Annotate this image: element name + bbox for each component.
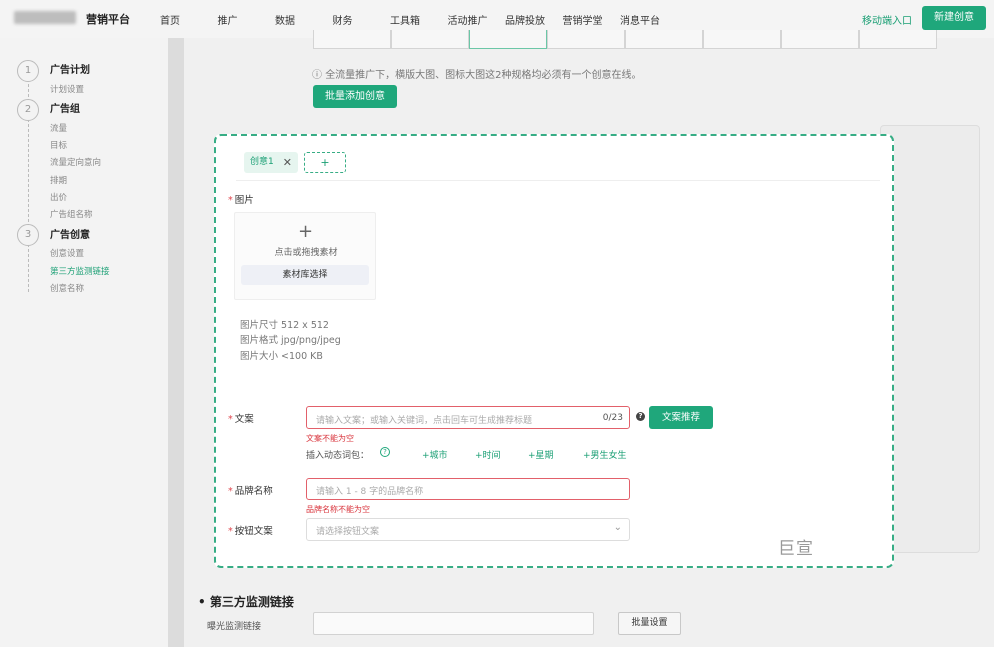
sidebar-item-adgroup-name[interactable]: 广告组名称 (50, 208, 93, 220)
format-tab[interactable] (547, 30, 625, 49)
notice-text: 全流量推广下，横版大图、图标大图这2种规格均必须有一个创意在线。 (325, 70, 642, 81)
exposure-link-label: 曝光监测链接 (207, 622, 262, 632)
section-title-tracking: • 第三方监测链接 (198, 595, 294, 609)
brand-name-label: * 品牌名称 (228, 486, 273, 497)
format-tab[interactable] (703, 30, 781, 49)
copy-label: * 文案 (228, 414, 254, 425)
image-format-spec: 图片格式 jpg/png/jpeg (240, 335, 341, 346)
sidebar-item-goal[interactable]: 目标 (50, 139, 67, 151)
dynamic-tag-city[interactable]: +城市 (422, 448, 448, 461)
brand-name-input[interactable]: 请输入 1 - 8 字的品牌名称 (306, 478, 630, 500)
button-copy-select[interactable]: 请选择按钮文案 ⌄ (306, 518, 630, 541)
sidebar-item-creative-name[interactable]: 创意名称 (50, 282, 84, 294)
step-title-creative[interactable]: 广告创意 (50, 226, 90, 241)
format-notice: ⓘ 全流量推广下，横版大图、图标大图这2种规格均必须有一个创意在线。 (312, 66, 642, 81)
divider (236, 180, 880, 181)
format-tab[interactable] (313, 30, 391, 49)
sidebar-item-plan-settings[interactable]: 计划设置 (50, 83, 84, 95)
dynamic-words-label: 插入动态词包： (306, 451, 370, 461)
nav-item-campaigns[interactable]: 活动推广 (448, 12, 506, 27)
nav-item-academy[interactable]: 营销学堂 (563, 12, 621, 27)
nav-item-messages[interactable]: 消息平台 (620, 12, 678, 27)
nav-item-promotion[interactable]: 推广 (218, 12, 276, 27)
step-1-circle: 1 (17, 60, 39, 82)
sidebar-item-third-party-tracking[interactable]: 第三方监测链接 (50, 265, 110, 277)
button-copy-label: * 按钮文案 (228, 526, 273, 537)
nav-item-finance[interactable]: 财务 (333, 12, 391, 27)
batch-add-creative-button[interactable]: 批量添加创意 (313, 85, 397, 108)
exposure-link-input[interactable] (313, 612, 594, 635)
sidebar-item-creative-settings[interactable]: 创意设置 (50, 247, 84, 259)
dynamic-tag-weekday[interactable]: +星期 (528, 448, 554, 461)
format-tab[interactable] (625, 30, 703, 49)
dynamic-tag-gender[interactable]: +男生女生 (583, 448, 627, 461)
copy-error-message: 文案不能为空 (306, 434, 354, 443)
format-tab[interactable] (781, 30, 859, 49)
background-panel (880, 125, 980, 553)
image-size-spec: 图片尺寸 512 x 512 (240, 320, 329, 331)
creative-tab-label: 创意1 (250, 157, 274, 167)
logo (14, 11, 76, 24)
brand-name-error-message: 品牌名称不能为空 (306, 505, 370, 514)
upload-hint: 点击或拖拽素材 (274, 248, 338, 258)
new-creative-button[interactable]: 新建创意 (922, 6, 986, 30)
close-icon[interactable]: ✕ (283, 152, 292, 173)
add-creative-button[interactable]: + (304, 152, 346, 173)
question-icon[interactable]: ? (380, 447, 390, 457)
sidebar-item-targeting[interactable]: 流量定向意向 (50, 156, 101, 168)
batch-settings-button[interactable]: 批量设置 (618, 612, 681, 635)
sidebar-item-schedule[interactable]: 排期 (50, 174, 67, 186)
format-tab-selected[interactable] (469, 30, 547, 49)
sidebar-scrollbar[interactable] (168, 38, 184, 647)
creative-editor-panel: 创意1 ✕ + * 图片 + 点击或拖拽素材 素材库选择 图片尺寸 512 x 5… (214, 134, 894, 568)
copy-placeholder: 请输入文案；或输入关键词，点击回车可生成推荐标题 (316, 416, 533, 426)
copy-recommend-button[interactable]: 文案推荐 (649, 406, 713, 429)
button-copy-placeholder: 请选择按钮文案 (316, 527, 380, 537)
nav-item-home[interactable]: 首页 (160, 12, 218, 27)
step-3-circle: 3 (17, 224, 39, 246)
creative-format-tabs (313, 30, 937, 49)
image-weight-spec: 图片大小 <100 KB (240, 351, 323, 362)
dynamic-tag-time[interactable]: +时间 (475, 448, 501, 461)
help-icon[interactable]: ? (636, 412, 645, 421)
steps-sidebar: 1 广告计划 计划设置 2 广告组 流量 目标 流量定向意向 排期 出价 广告组… (0, 38, 168, 647)
sidebar-item-bid[interactable]: 出价 (50, 191, 67, 203)
nav-item-toolbox[interactable]: 工具箱 (390, 12, 448, 27)
copy-char-counter: 0/23 (602, 413, 623, 423)
sidebar-item-traffic[interactable]: 流量 (50, 122, 67, 134)
copy-input[interactable]: 请输入文案；或输入关键词，点击回车可生成推荐标题 0/23 (306, 406, 630, 429)
material-library-button[interactable]: 素材库选择 (241, 265, 369, 285)
brand-title: 营销平台 (86, 13, 130, 26)
section-title-text: 第三方监测链接 (209, 595, 294, 609)
chevron-down-icon: ⌄ (613, 522, 622, 533)
info-icon: ⓘ (312, 70, 326, 81)
format-tab[interactable] (391, 30, 469, 49)
nav-item-brand-ads[interactable]: 品牌投放 (505, 12, 563, 27)
nav-item-data[interactable]: 数据 (275, 12, 333, 27)
image-upload-area[interactable]: + 点击或拖拽素材 素材库选择 (234, 212, 376, 300)
step-2-circle: 2 (17, 99, 39, 121)
step-title-adgroup[interactable]: 广告组 (50, 100, 80, 115)
main-nav: 首页 推广 数据 财务 工具箱 活动推广 品牌投放 营销学堂 消息平台 (160, 12, 678, 27)
brand-name-placeholder: 请输入 1 - 8 字的品牌名称 (316, 487, 424, 497)
step-title-plan[interactable]: 广告计划 (50, 61, 90, 76)
format-tab[interactable] (859, 30, 937, 49)
watermark: 巨宣 (778, 539, 814, 559)
mobile-entry-link[interactable]: 移动端入口 (862, 12, 912, 27)
image-label: * 图片 (228, 195, 254, 206)
creative-tab-1[interactable]: 创意1 ✕ (244, 152, 298, 173)
plus-icon: + (298, 221, 314, 242)
